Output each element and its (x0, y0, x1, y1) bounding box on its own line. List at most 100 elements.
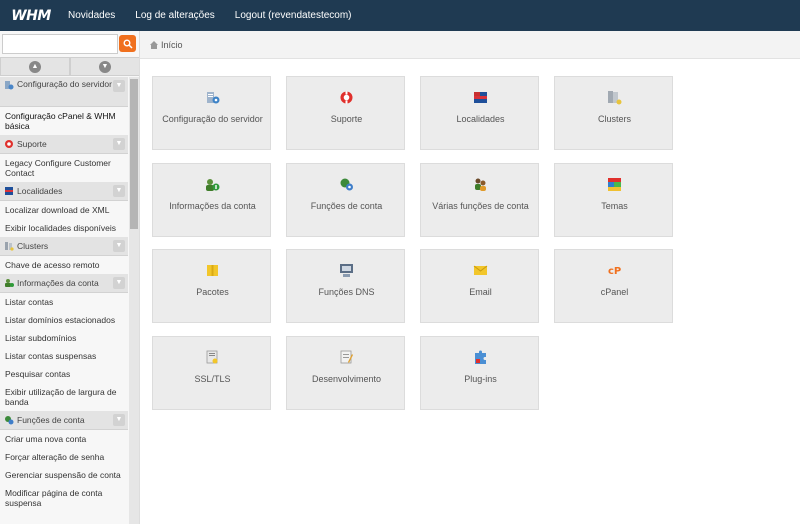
collapse-all-button[interactable]: ▲ (0, 57, 70, 76)
arrow-up-icon: ▲ (29, 60, 41, 73)
chevron-down-icon[interactable]: ▼ (113, 80, 125, 92)
tile-themes[interactable]: Temas (554, 163, 673, 237)
sidebar-section-server-config[interactable]: Configuração do servidor ▼ (0, 77, 128, 107)
sidebar-item-create-account[interactable]: Criar uma nova conta (0, 430, 128, 448)
scrollbar-thumb[interactable] (130, 79, 138, 229)
sidebar-item-list-subdomains[interactable]: Listar subdomínios (0, 329, 128, 347)
tile-label: Suporte (330, 114, 363, 124)
account-functions-icon (340, 178, 353, 191)
tile-label: Funções de conta (310, 201, 383, 211)
cpanel-icon: cP (608, 266, 621, 277)
sidebar-item-list-accounts[interactable]: Listar contas (0, 293, 128, 311)
server-config-icon (207, 92, 220, 104)
tile-label: Pacotes (196, 287, 229, 297)
account-functions-icon (5, 416, 14, 425)
tile-label: Configuração do servidor (162, 114, 263, 124)
sidebar-item-force-password-change[interactable]: Forçar alteração de senha (0, 448, 128, 466)
sidebar-item-bandwidth-usage[interactable]: Exibir utilização de largura de banda (0, 383, 128, 411)
server-config-icon (5, 81, 14, 90)
tile-account-info[interactable]: Informações da conta (152, 163, 271, 237)
svg-text:cP: cP (608, 266, 621, 277)
tile-label: SSL/TLS (194, 374, 231, 384)
multi-account-icon (475, 178, 486, 191)
tile-label: Temas (601, 201, 628, 211)
home-icon (150, 40, 158, 49)
tile-email[interactable]: Email (420, 249, 539, 323)
sidebar: ▲ ▼ Configuração do servidor ▼ Configura… (0, 31, 140, 524)
lifebuoy-icon (340, 91, 353, 104)
whm-logo[interactable]: WHM (4, 0, 58, 31)
collapse-expand-controls: ▲ ▼ (0, 57, 139, 76)
tile-ssl-tls[interactable]: SSL/TLS (152, 336, 271, 410)
expand-all-button[interactable]: ▼ (70, 57, 139, 76)
search-input[interactable] (2, 34, 118, 54)
chevron-down-icon[interactable]: ▼ (113, 185, 125, 197)
sidebar-section-label: Funções de conta (17, 414, 85, 425)
tile-account-functions[interactable]: Funções de conta (286, 163, 405, 237)
tile-server-config[interactable]: Configuração do servidor (152, 76, 271, 150)
top-nav: Novidades Log de alterações Logout (reve… (68, 10, 372, 21)
breadcrumb-home-link[interactable]: Início (161, 40, 183, 50)
cluster-icon (5, 242, 14, 251)
sidebar-menu: Configuração do servidor ▼ Configuração … (0, 77, 128, 512)
search-icon (123, 39, 133, 49)
breadcrumb: Início (140, 31, 800, 59)
sidebar-section-account-functions[interactable]: Funções de conta ▼ (0, 411, 128, 430)
main-content: Configuração do servidor Suporte Localid… (140, 59, 800, 524)
sidebar-item-view-locales[interactable]: Exibir localidades disponíveis (0, 219, 128, 237)
sidebar-section-label: Informações da conta (17, 277, 99, 288)
tile-dns-functions[interactable]: Funções DNS (286, 249, 405, 323)
chevron-down-icon[interactable]: ▼ (113, 414, 125, 426)
chevron-down-icon[interactable]: ▼ (113, 277, 125, 289)
nav-changelog-link[interactable]: Log de alterações (135, 10, 215, 21)
sidebar-item-parked-domains[interactable]: Listar domínios estacionados (0, 311, 128, 329)
sidebar-search (2, 34, 136, 55)
tile-label: Localidades (456, 114, 505, 124)
tile-cpanel[interactable]: cP cPanel (554, 249, 673, 323)
tile-multi-account-functions[interactable]: Várias funções de conta (420, 163, 539, 237)
tile-label: Email (469, 287, 492, 297)
package-icon (207, 265, 218, 276)
account-info-icon (206, 179, 220, 191)
cluster-icon (608, 91, 622, 105)
tile-label: Clusters (597, 114, 631, 124)
tile-packages[interactable]: Pacotes (152, 249, 271, 323)
sidebar-section-label: Suporte (17, 138, 47, 149)
sidebar-item-suspended-accounts[interactable]: Listar contas suspensas (0, 347, 128, 365)
tile-clusters[interactable]: Clusters (554, 76, 673, 150)
tile-label: cPanel (600, 287, 629, 297)
search-button[interactable] (119, 35, 136, 52)
development-icon (340, 350, 353, 364)
sidebar-section-label: Configuração do servidor (17, 79, 112, 89)
tile-locales[interactable]: Localidades (420, 76, 539, 150)
chevron-down-icon[interactable]: ▼ (113, 138, 125, 150)
tile-label: Funções DNS (318, 287, 375, 297)
sidebar-section-support[interactable]: Suporte ▼ (0, 135, 128, 154)
dns-icon (340, 264, 353, 277)
sidebar-item-remote-access-key[interactable]: Chave de acesso remoto (0, 256, 128, 274)
flag-icon (474, 92, 487, 103)
sidebar-item-suspended-page[interactable]: Modificar página de conta suspensa (0, 484, 128, 512)
sidebar-item-manage-suspension[interactable]: Gerenciar suspensão de conta (0, 466, 128, 484)
sidebar-item-basic-setup[interactable]: Configuração cPanel & WHM básica (0, 107, 128, 135)
sidebar-section-clusters[interactable]: Clusters ▼ (0, 237, 128, 256)
top-bar: WHM Novidades Log de alterações Logout (… (0, 0, 800, 31)
nav-logout-link[interactable]: Logout (revendatestecom) (235, 10, 352, 21)
lifebuoy-icon (5, 140, 13, 148)
tile-support[interactable]: Suporte (286, 76, 405, 150)
sidebar-section-account-info[interactable]: Informações da conta ▼ (0, 274, 128, 293)
tile-development[interactable]: Desenvolvimento (286, 336, 405, 410)
sidebar-item-locale-xml[interactable]: Localizar download de XML (0, 201, 128, 219)
ssl-icon (206, 350, 218, 364)
chevron-down-icon[interactable]: ▼ (113, 240, 125, 252)
flag-icon (5, 187, 13, 195)
nav-novidades-link[interactable]: Novidades (68, 10, 115, 21)
sidebar-item-customer-contact[interactable]: Legacy Configure Customer Contact (0, 154, 128, 182)
arrow-down-icon: ▼ (99, 60, 111, 73)
sidebar-section-locales[interactable]: Localidades ▼ (0, 182, 128, 201)
sidebar-scrollbar[interactable] (129, 77, 139, 524)
sidebar-item-search-accounts[interactable]: Pesquisar contas (0, 365, 128, 383)
sidebar-section-label: Clusters (17, 240, 49, 251)
tile-plugins[interactable]: Plug-ins (420, 336, 539, 410)
tile-label: Desenvolvimento (311, 374, 382, 384)
